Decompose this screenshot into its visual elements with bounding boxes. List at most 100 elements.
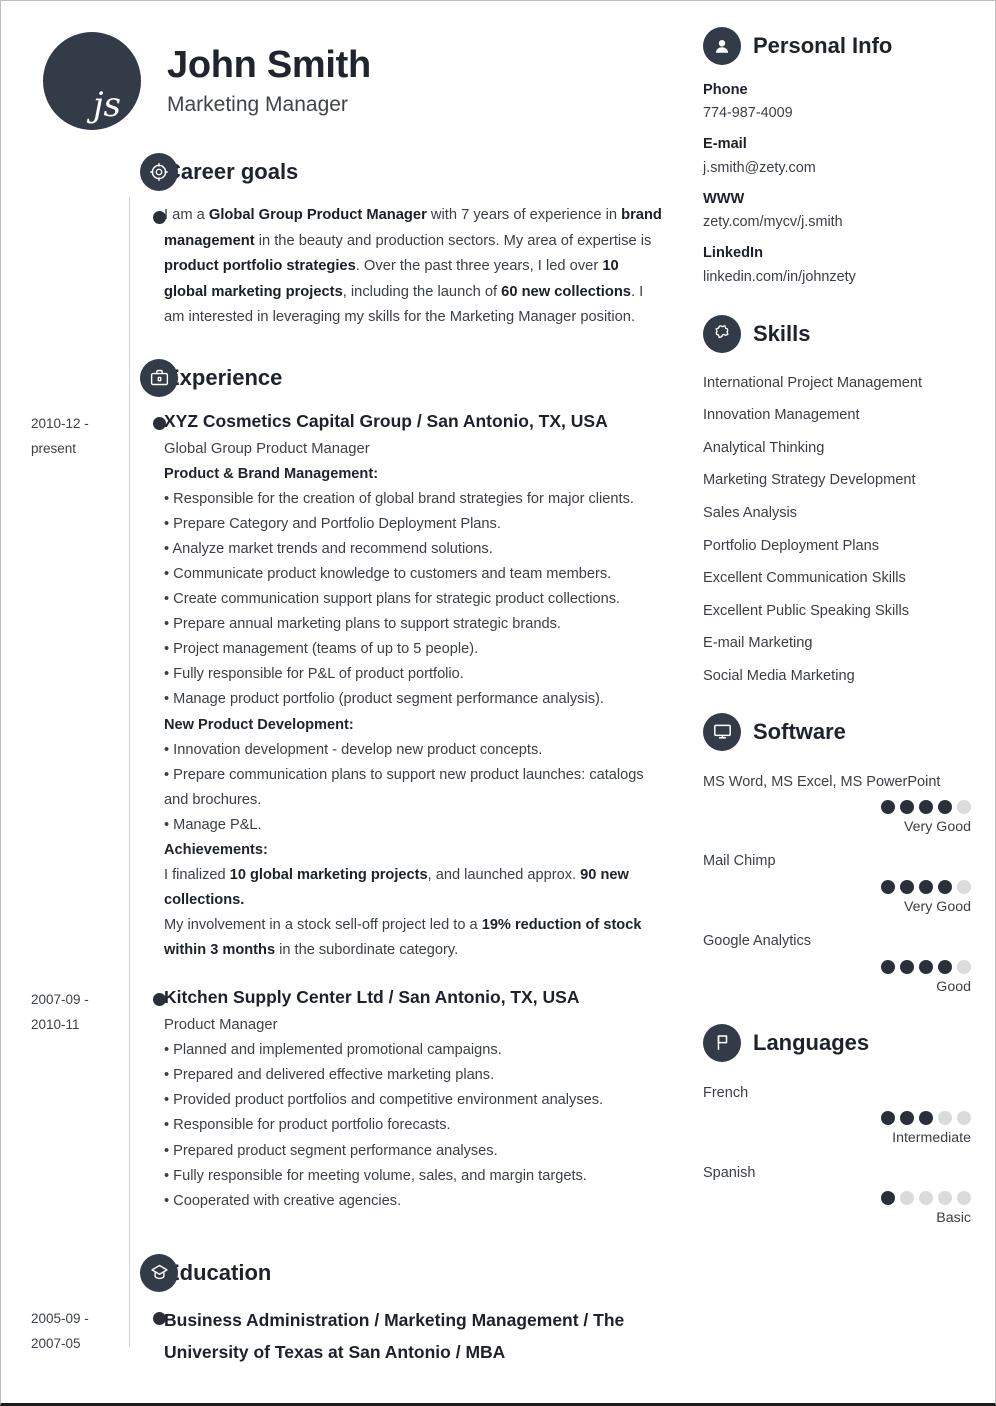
skill-item: Social Media Marketing [703,667,855,684]
rating-dot-empty [938,1191,952,1206]
skill-item: Innovation Management [703,407,860,424]
sidebar-title-skills: Skills [753,320,811,346]
contact-value[interactable]: j.smith@zety.com [703,157,971,180]
skill-item: Excellent Public Speaking Skills [703,602,910,619]
rating-item: Spanish Basic [703,1156,971,1230]
rating-dot-filled [900,1111,914,1126]
skill-item: Portfolio Deployment Plans [703,537,880,554]
software-rating-list: MS Word, MS Excel, MS PowerPoint Very Goo… [703,765,971,998]
rating-item: MS Word, MS Excel, MS PowerPoint Very Goo… [703,765,971,839]
entry-subtitle: Product Manager [164,1017,278,1034]
entry-date: 2010-12 - present [31,415,89,456]
rating-dot-filled [919,1111,933,1126]
sidebar-head-software: Software [703,712,971,751]
target-icon [140,153,178,191]
rating-level-label: Intermediate [892,1130,971,1147]
rating-dot-filled [881,799,895,814]
rating-label: MS Word, MS Excel, MS PowerPoint [703,773,941,790]
section-head-experience: Experience [140,358,671,405]
sidebar-section-skills: Skills International Project Management I… [703,314,971,693]
contact-value[interactable]: linkedin.com/in/johnzety [703,266,971,289]
page-title: John Smith [167,43,371,86]
rating-dot-filled [919,799,933,814]
sidebar-title-software: Software [753,718,846,744]
flag-icon [703,1023,741,1062]
rating-dot-filled [900,959,914,974]
entry-group-label: Product & Brand Management: [164,465,379,482]
contact-field-list: Phone 774-987-4009 E-mail j.smith@zety.com W… [703,79,971,289]
rating-label: French [703,1084,749,1101]
rating-dot-filled [900,799,914,814]
rating-dot-filled [919,959,933,974]
sidebar-head-personal-info: Personal Info [703,27,971,65]
rating-dot-filled [881,959,895,974]
entry-bullet: • Analyze market trends and recommend so… [164,540,493,557]
entry-bullet: • Prepare Category and Portfolio Deploym… [164,515,501,532]
rating-label: Google Analytics [703,933,812,950]
entry-bullet: • Responsible for product portfolio fore… [164,1117,451,1134]
language-rating-list: French Intermediate Spanish Basic [703,1076,971,1230]
skill-item: Excellent Communication Skills [703,570,906,587]
rating-item: French Intermediate [703,1076,971,1150]
entry-bullet: • Communicate product knowledge to custo… [164,565,612,582]
rating-dots [703,875,971,896]
rating-dot-empty [919,1191,933,1206]
entry-date: 2007-09 - 2010-11 [31,992,89,1033]
section-head-career-goals: Career goals [140,153,671,199]
entry-bullet: • Prepare communication plans to support… [164,766,644,808]
entry-bullet: • Provided product portfolios and compet… [164,1092,604,1109]
rating-dots [703,1106,971,1127]
entry-date: 2005-09 - 2007-05 [31,1310,89,1351]
contact-label: LinkedIn [703,245,763,262]
entry-subtitle: Global Group Product Manager [164,440,370,457]
entry-bullet: • Planned and implemented promotional ca… [164,1042,502,1059]
timeline-dot [153,1311,166,1325]
entry-bullet: • Project management (teams of up to 5 p… [164,641,479,658]
rating-level-label: Very Good [903,898,971,915]
section-education: Education 2005-09 - 2007-05 Business Admi… [31,1253,671,1369]
section-career-goals: Career goals I am a Global Group Product… [31,153,671,331]
entry-bullet: • Innovation development - develop new p… [164,741,543,758]
monitor-icon [703,712,741,751]
timeline-entry: 2010-12 - present XYZ Cosmetics Capital G… [31,409,671,964]
rating-dot-empty [957,799,971,814]
rating-dot-filled [881,1191,895,1206]
experience-entry-list: 2010-12 - present XYZ Cosmetics Capital G… [31,409,671,1214]
sidebar-title-languages: Languages [753,1029,870,1055]
avatar-initials: js [93,85,121,125]
rating-dot-filled [881,1111,895,1126]
sidebar-title-personal-info: Personal Info [753,33,893,58]
rating-dots [703,1186,971,1207]
entry-paragraph: My involvement in a stock sell-off proje… [164,917,642,959]
rating-dot-filled [938,959,952,974]
rating-level-label: Basic [936,1210,971,1227]
entry-bullet: • Responsible for the creation of global… [164,490,634,507]
rating-item: Google Analytics Good [703,924,971,998]
timeline-entry: 2007-09 - 2010-11 Kitchen Supply Center L… [31,985,671,1213]
job-title: Marketing Manager [167,93,348,117]
skill-list: International Project Management Innovati… [703,367,971,693]
entry-heading: Business Administration / Marketing Mana… [164,1309,625,1363]
contact-value[interactable]: zety.com/mycv/j.smith [703,211,971,234]
person-icon [703,27,741,65]
rating-dot-empty [938,1111,952,1126]
entry-bullet: • Cooperated with creative agencies. [164,1192,402,1209]
entry-paragraph: I finalized 10 global marketing projects… [164,867,629,909]
section-title-experience: Experience [165,364,283,390]
section-experience: Experience 2010-12 - present XYZ Cosmetic… [31,358,671,1214]
career-goals-entry: I am a Global Group Product Manager with… [153,203,671,331]
briefcase-icon [140,358,178,397]
timeline-entry: 2005-09 - 2007-05 Business Administration… [31,1304,671,1369]
skill-item: International Project Management [703,374,923,391]
education-entry-list: 2005-09 - 2007-05 Business Administration… [31,1304,671,1369]
sidebar: Personal Info Phone 774-987-4009 E-mail j.s… [689,1,995,1403]
rating-label: Mail Chimp [703,853,776,870]
main-column: js John Smith Marketing Manager Career g… [1,1,691,1403]
skill-item: Marketing Strategy Development [703,472,916,489]
contact-label: Phone [703,82,748,98]
contact-value[interactable]: 774-987-4009 [703,102,971,125]
entry-bullet: • Prepared product segment performance a… [164,1142,498,1159]
rating-dot-empty [900,1191,914,1206]
rating-level-label: Good [936,978,971,995]
rating-label: Spanish [703,1164,756,1181]
